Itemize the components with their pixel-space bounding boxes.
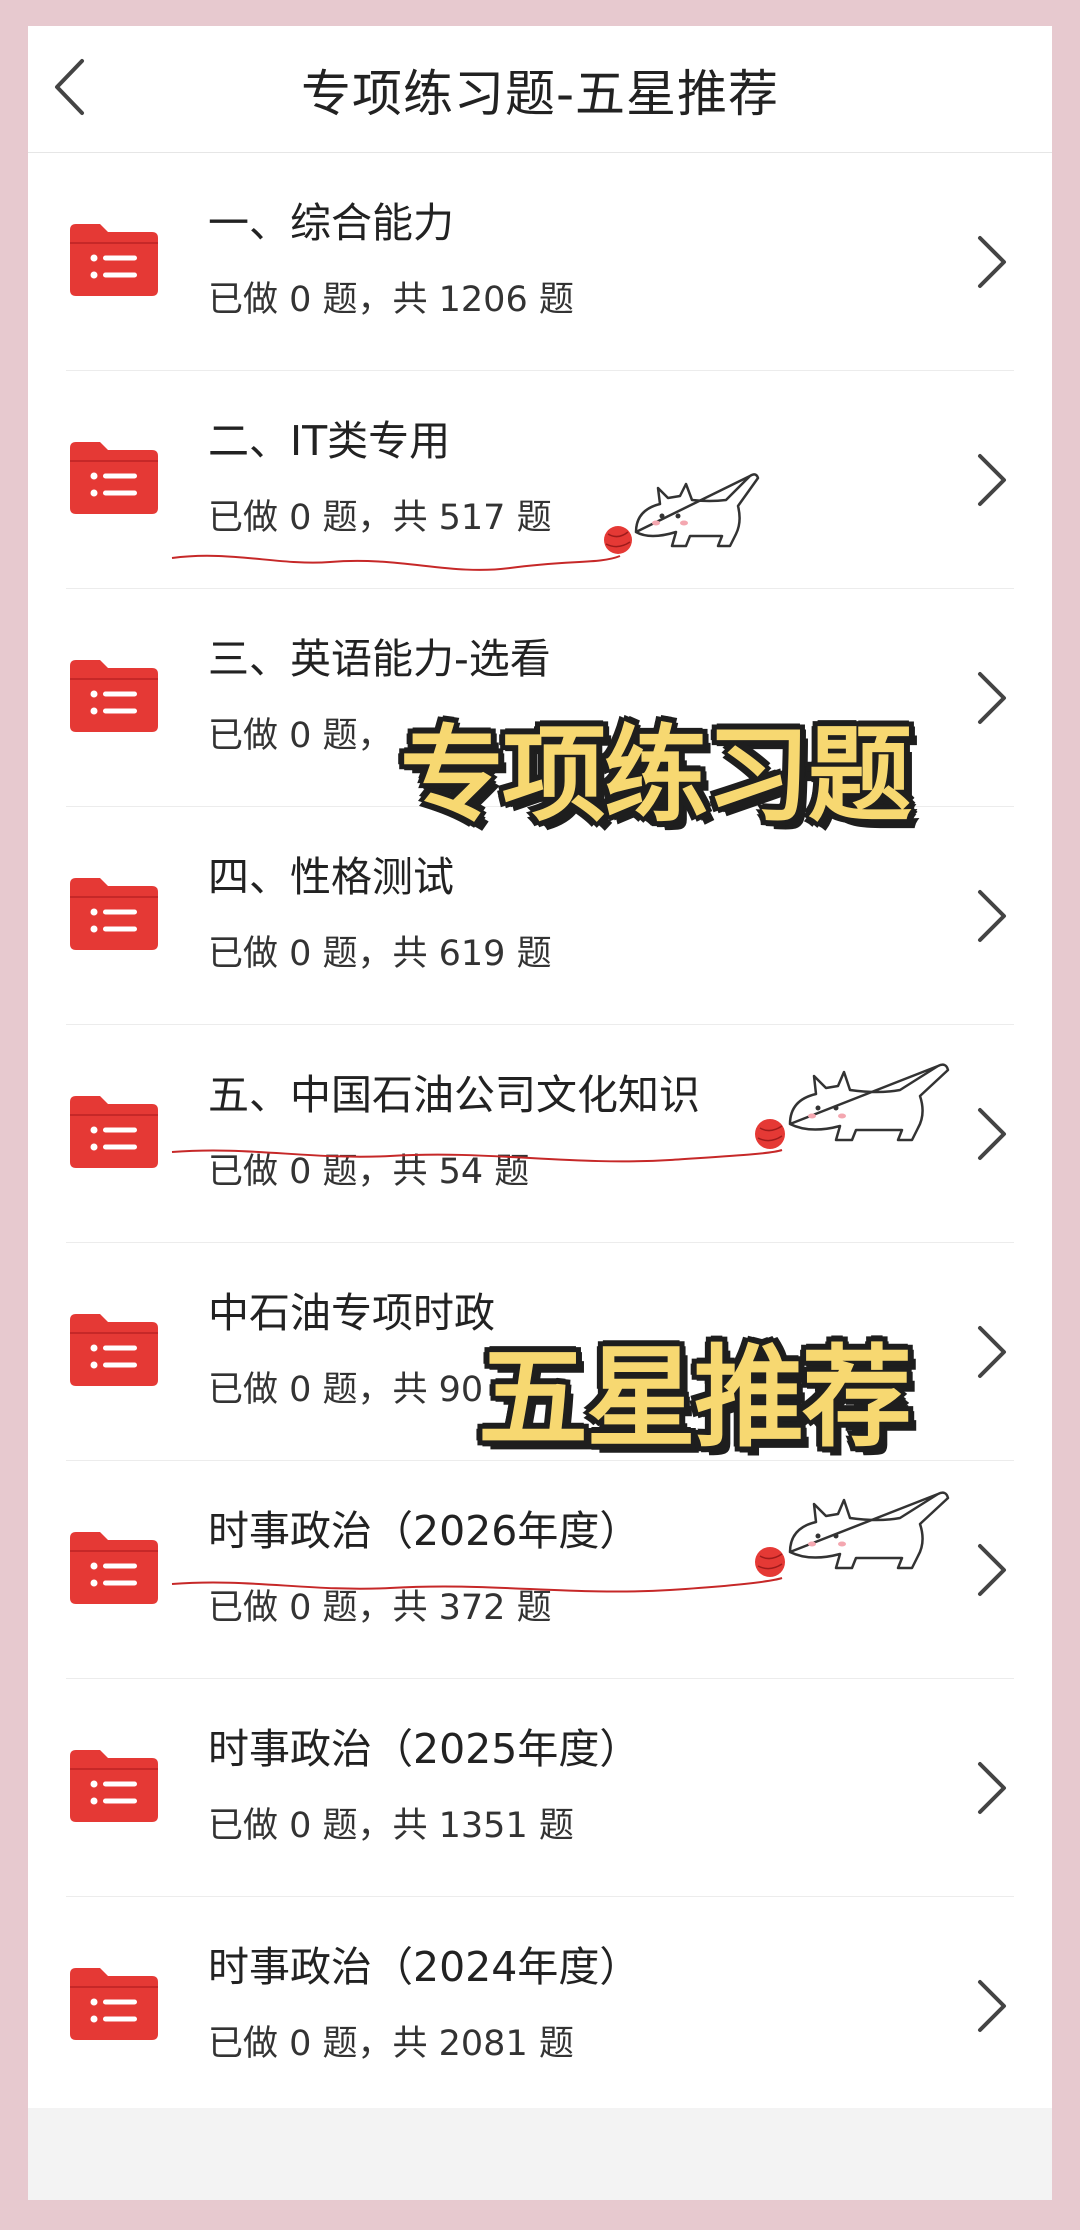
- item-title: 时事政治（2024年度）: [208, 1943, 641, 1991]
- folder-list-icon: [70, 877, 158, 950]
- item-progress: 已做 0 题，共 619 题: [208, 934, 552, 974]
- item-title: 四、性格测试: [208, 853, 454, 901]
- item-progress: 已做 0 题，共 2081 题: [208, 2024, 574, 2064]
- item-title: 时事政治（2025年度）: [208, 1725, 641, 1773]
- item-title: 三、英语能力-选看: [208, 635, 551, 683]
- cat-yarn-sticker: [171, 1063, 950, 1163]
- chevron-right-icon: [978, 235, 1006, 288]
- chevron-right-icon: [978, 1325, 1006, 1378]
- chevron-right-icon: [978, 1979, 1006, 2032]
- item-progress: 已做 0 题，共 1206 题: [208, 280, 574, 320]
- item-progress: 已做 0 题，: [208, 716, 393, 756]
- folder-list-icon: [70, 1967, 158, 2040]
- item-progress: 已做 0 题，共 90: [208, 1370, 484, 1410]
- folder-list-icon: [70, 1749, 158, 1822]
- overlay-subtitle-banner: 五星推荐: [478, 1334, 912, 1462]
- list-item[interactable]: 时事政治（2024年度） 已做 0 题，共 2081 题: [66, 1897, 1014, 2115]
- chevron-right-icon: [978, 889, 1006, 942]
- list-item[interactable]: 时事政治（2025年度） 已做 0 题，共 1351 题: [66, 1679, 1014, 1897]
- item-title: 二、IT类专用: [208, 417, 451, 465]
- item-title: 中石油专项时政: [208, 1289, 495, 1337]
- folder-list-icon: [70, 1313, 158, 1386]
- overlay-title-banner: 专项练习题: [400, 714, 912, 836]
- list-item[interactable]: 一、综合能力 已做 0 题，共 1206 题: [66, 153, 1014, 371]
- folder-list-icon: [70, 1095, 158, 1168]
- folder-list-icon: [70, 659, 158, 732]
- cat-yarn-sticker: [171, 1491, 950, 1593]
- bottom-bar: [28, 2108, 1052, 2200]
- item-title: 一、综合能力: [208, 199, 454, 247]
- page-title: 专项练习题-五星推荐: [300, 65, 780, 123]
- chevron-right-icon: [978, 1543, 1006, 1596]
- folder-list-icon: [70, 1531, 158, 1604]
- chevron-right-icon: [978, 1761, 1006, 1814]
- item-progress: 已做 0 题，共 1351 题: [208, 1806, 574, 1846]
- chevron-right-icon: [978, 1107, 1006, 1160]
- folder-list-icon: [70, 223, 158, 296]
- folder-list-icon: [70, 441, 158, 514]
- chevron-right-icon: [978, 453, 1006, 506]
- chevron-right-icon: [978, 671, 1006, 724]
- nav-header: 专项练习题-五星推荐: [28, 26, 1052, 153]
- cat-yarn-sticker: [171, 473, 760, 571]
